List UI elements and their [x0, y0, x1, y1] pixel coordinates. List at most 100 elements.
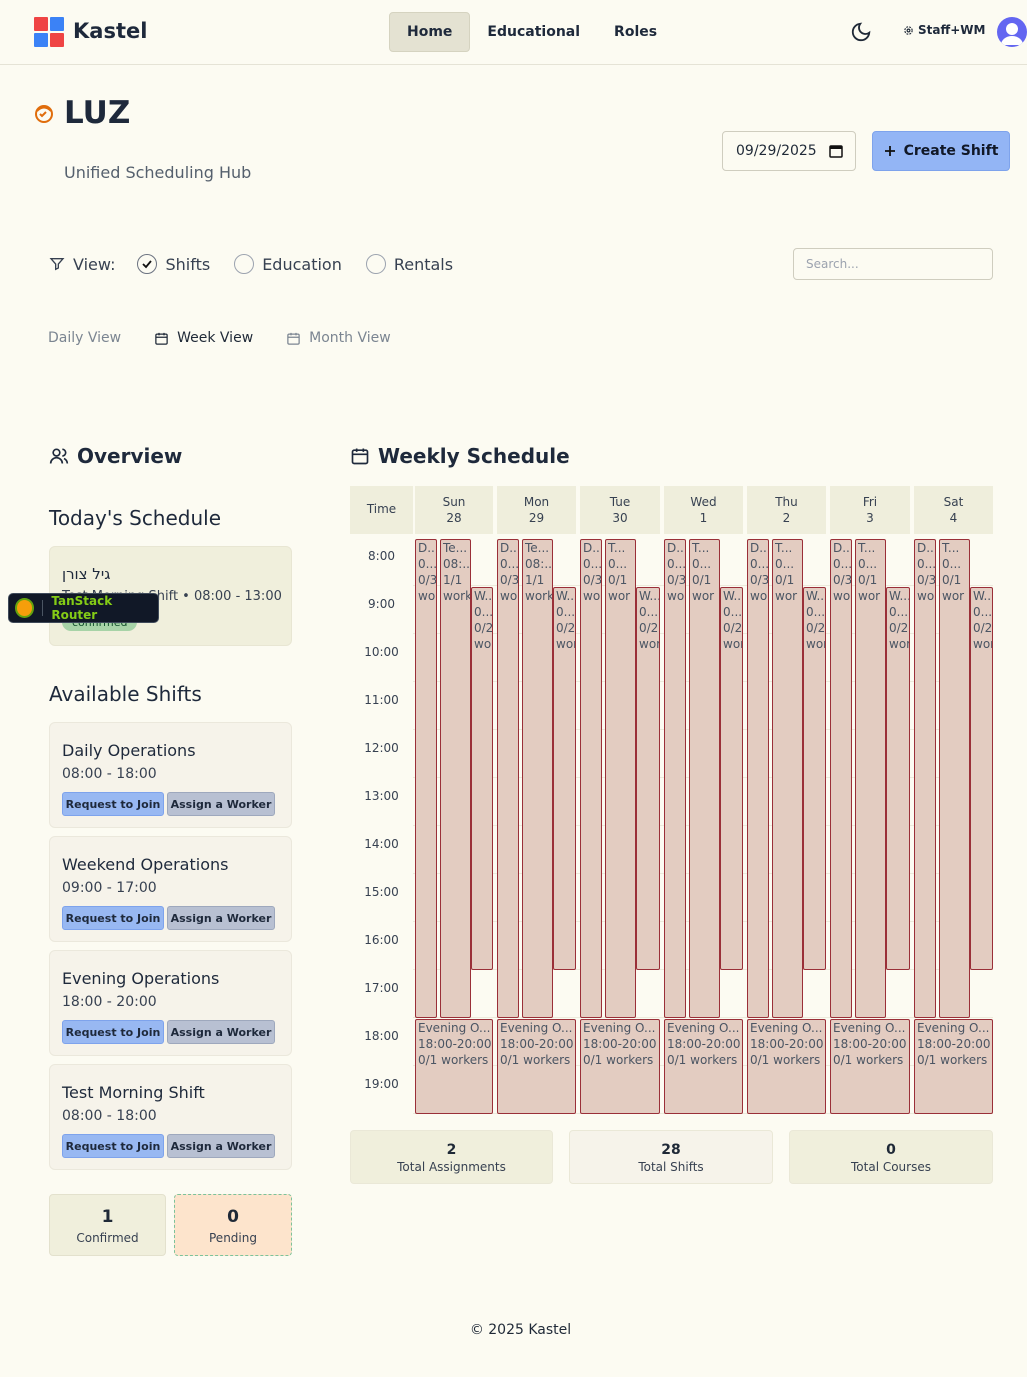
day-name: Sat — [943, 495, 964, 509]
event-text-line: wor — [583, 589, 601, 603]
time-slot-label: 16:00 — [364, 933, 399, 947]
event-text-line: W... — [474, 589, 493, 603]
nav-home[interactable]: Home — [389, 12, 471, 52]
tab-week-label: Week View — [177, 330, 254, 346]
shift-event-block[interactable]: Evening O... 18:00-20:00 0/1 workers — [747, 1019, 826, 1114]
shift-event-block[interactable]: T... 0... 0/1 wor — [855, 539, 886, 1018]
user-avatar[interactable] — [997, 17, 1027, 47]
tab-month-view[interactable]: Month View — [286, 330, 391, 346]
event-text-line: 0... — [889, 605, 909, 619]
request-to-join-button[interactable]: Request to Join — [62, 792, 164, 816]
shift-event-block[interactable]: D... 0... 0/3 wor — [830, 539, 852, 1018]
shift-event-block[interactable]: W... 0... 0/2 wor — [803, 587, 826, 970]
filter-shifts[interactable]: Shifts — [137, 254, 210, 274]
day-date: 29 — [528, 511, 545, 525]
user-icon — [1001, 23, 1023, 45]
weekly-calendar-grid: Time Sun 28 Mon 29 Tue 30 Wed 1 Thu 2 Fri 3 Sat 4 8:00… — [350, 486, 993, 1114]
event-text-line: 0... — [692, 557, 712, 571]
assign-worker-button[interactable]: Assign a Worker — [167, 1020, 275, 1044]
event-text-line: 0/1 — [942, 573, 962, 587]
shift-event-block[interactable]: Te... 08:... 1/1 work — [522, 539, 553, 1018]
confirmed-count: 1 — [101, 1207, 114, 1227]
view-label: View: — [73, 254, 116, 274]
shift-event-block[interactable]: W... 0... 0/2 wor — [471, 587, 493, 970]
shift-event-block[interactable]: W... 0... 0/2 wor — [720, 587, 743, 970]
shift-event-block[interactable]: W... 0... 0/2 wor — [636, 587, 660, 970]
tanstack-router-devtools-button[interactable]: TanStack Router — [8, 593, 159, 623]
event-text-line: T... — [942, 541, 960, 555]
assign-worker-button[interactable]: Assign a Worker — [167, 792, 275, 816]
tab-daily-label: Daily View — [48, 330, 122, 346]
shift-event-block[interactable]: W... 0... 0/2 wor — [553, 587, 576, 970]
day-date: 1 — [699, 511, 708, 525]
dark-mode-moon-icon[interactable] — [850, 21, 872, 43]
date-picker-input[interactable]: 09/29/2025 — [722, 131, 856, 171]
event-text-line: 1/1 — [443, 573, 463, 587]
overview-title: Overview — [77, 444, 183, 468]
shift-event-block[interactable]: T... 0... 0/1 wor — [689, 539, 720, 1018]
shift-event-block[interactable]: Evening O... 18:00-20:00 0/1 workers — [914, 1019, 993, 1114]
shift-name: Evening Operations — [62, 969, 220, 988]
shift-event-block[interactable]: D... 0... 0/3 wor — [415, 539, 437, 1018]
filter-education[interactable]: Education — [234, 254, 342, 274]
shift-event-block[interactable]: Evening O... 18:00-20:00 0/1 workers — [664, 1019, 743, 1114]
gear-icon — [904, 25, 913, 35]
event-text-line: 18:00-20:00 — [583, 1037, 657, 1051]
request-to-join-button[interactable]: Request to Join — [62, 1134, 164, 1158]
tab-daily-view[interactable]: Daily View — [48, 330, 121, 346]
shifts-checkbox[interactable] — [137, 254, 158, 274]
shift-event-block[interactable]: D... 0... 0/3 wor — [664, 539, 686, 1018]
shift-event-block[interactable]: Evening O... 18:00-20:00 0/1 workers — [497, 1019, 576, 1114]
event-text-line: work — [525, 589, 553, 603]
shift-event-block[interactable]: T... 0... 0/1 wor — [605, 539, 636, 1018]
time-slot-label: 10:00 — [364, 645, 399, 659]
shift-event-block[interactable]: T... 0... 0/1 wor — [772, 539, 803, 1018]
search-input[interactable]: Search... — [793, 248, 993, 280]
shift-event-block[interactable]: Evening O... 18:00-20:00 0/1 workers — [415, 1019, 493, 1114]
education-checkbox[interactable] — [234, 254, 255, 274]
brand-name[interactable]: Kastel — [73, 19, 147, 43]
create-shift-button[interactable]: Create Shift — [872, 131, 1010, 171]
shift-event-block[interactable]: Evening O... 18:00-20:00 0/1 workers — [830, 1019, 910, 1114]
filter-rentals[interactable]: Rentals — [365, 254, 453, 274]
nav-educational[interactable]: Educational — [470, 12, 597, 52]
request-to-join-button[interactable]: Request to Join — [62, 906, 164, 930]
shift-event-block[interactable]: D... 0... 0/3 wor — [747, 539, 769, 1018]
check-icon — [142, 260, 153, 269]
event-text-line: Evening O... — [750, 1021, 823, 1035]
assign-worker-button[interactable]: Assign a Worker — [167, 906, 275, 930]
date-value: 09/29/2025 — [736, 143, 817, 159]
event-text-line: T... — [858, 541, 876, 555]
shift-event-block[interactable]: D... 0... 0/3 wor — [914, 539, 936, 1018]
calendar-icon[interactable] — [829, 144, 843, 158]
event-text-line: 0/1 — [608, 573, 628, 587]
event-text-line: 0... — [833, 557, 852, 571]
shift-event-block[interactable]: D... 0... 0/3 wor — [497, 539, 519, 1018]
assign-worker-button[interactable]: Assign a Worker — [167, 1134, 275, 1158]
event-text-line: 0/3 — [917, 573, 936, 587]
shift-event-block[interactable]: W... 0... 0/2 wor — [886, 587, 910, 970]
shift-event-block[interactable]: Evening O... 18:00-20:00 0/1 workers — [580, 1019, 660, 1114]
nav-roles[interactable]: Roles — [597, 12, 674, 52]
day-date: 4 — [949, 511, 958, 525]
event-text-line: wor — [942, 589, 965, 603]
day-header: Sat 4 — [914, 486, 993, 534]
rentals-checkbox[interactable] — [365, 254, 386, 274]
calendar-icon — [287, 332, 300, 345]
time-slot-label: 12:00 — [364, 741, 399, 755]
shift-time: 18:00 - 20:00 — [62, 994, 157, 1010]
event-text-line: 0/2 — [556, 621, 576, 635]
shift-event-block[interactable]: T... 0... 0/1 wor — [939, 539, 970, 1018]
confirmed-label: Confirmed — [76, 1231, 139, 1245]
shift-event-block[interactable]: D... 0... 0/3 wor — [580, 539, 602, 1018]
kastel-logo[interactable] — [34, 17, 64, 47]
event-text-line: wor — [667, 589, 685, 603]
tab-week-view[interactable]: Week View — [154, 330, 253, 346]
event-text-line: D... — [583, 541, 602, 555]
role-badge[interactable]: Staff+WM — [903, 23, 985, 37]
request-to-join-button[interactable]: Request to Join — [62, 1020, 164, 1044]
total-courses-stat: 0 Total Courses — [789, 1130, 993, 1184]
plus-icon — [884, 146, 895, 156]
shift-event-block[interactable]: Te... 08:... 1/1 work — [440, 539, 471, 1018]
shift-event-block[interactable]: W... 0... 0/2 wor — [970, 587, 993, 970]
